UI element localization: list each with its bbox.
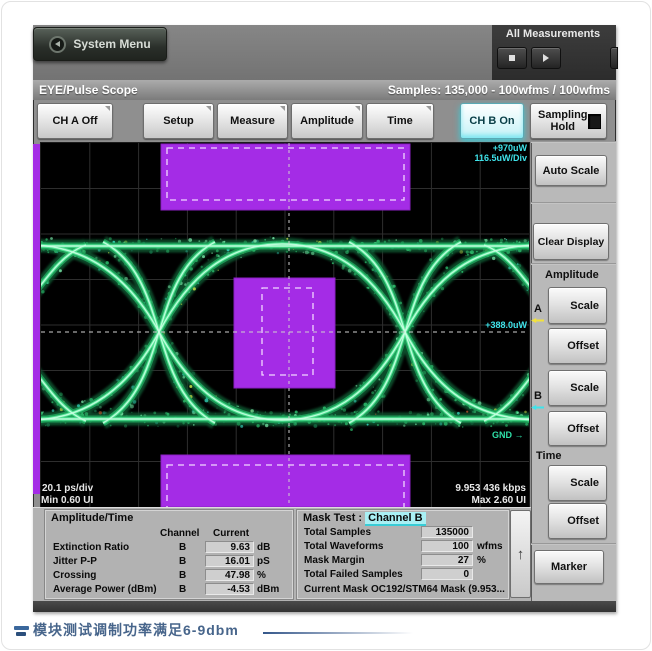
min-ui-readout: Min 0.60 UI (41, 495, 93, 506)
current-mask-value: OC192/STM64 Mask (9.953... (371, 584, 505, 595)
amplitude-label: Amplitude (300, 115, 354, 127)
time-button[interactable]: Time (366, 103, 434, 139)
caption-text: 模块测试调制功率满足6-9dbm (33, 620, 239, 640)
measurements-stop-button[interactable] (497, 47, 527, 69)
amplitude-offset-a-button[interactable]: Offset (548, 328, 607, 364)
setup-button[interactable]: Setup (143, 103, 214, 139)
screenshot-stage: System Menu All Measurements EYE/Pulse S… (0, 0, 652, 651)
stop-icon (509, 55, 515, 61)
row-value: -4.53 (205, 583, 254, 595)
col-channel: Channel (160, 528, 199, 539)
row-value: 27 (421, 554, 473, 566)
measurements-run-button[interactable] (531, 47, 561, 69)
time-scale-button[interactable]: Scale (548, 465, 607, 501)
all-measurements-label: All Measurements (492, 28, 614, 40)
setup-label: Setup (163, 115, 194, 127)
row-label: Mask Margin (304, 555, 365, 566)
system-menu-icon (49, 36, 66, 53)
row-value: 0 (421, 568, 473, 580)
gnd-marker: GND → (492, 430, 524, 440)
mask-region-center (234, 278, 335, 388)
time-offset-button[interactable]: Offset (548, 503, 607, 539)
amplitude-table-title: Amplitude/Time (51, 512, 133, 524)
col-current: Current (213, 528, 249, 539)
sampling-hold-label: SamplingHold (538, 109, 588, 133)
row-label: Total Samples (304, 527, 371, 538)
marker-a-label: A (534, 303, 542, 315)
ch-b-button[interactable]: CH B On (460, 103, 524, 139)
scroll-up-button[interactable]: ↑ (510, 510, 531, 598)
clear-display-button[interactable]: Clear Display (533, 223, 609, 260)
marker-b-label: B (534, 390, 542, 402)
row-value: 100 (421, 540, 473, 552)
mask-channel-badge: Channel B (365, 512, 425, 524)
amplitude-time-table: Amplitude/Time Channel Current Extinctio… (44, 509, 294, 600)
current-mask-label: Current Mask (304, 584, 368, 595)
gnd-arrow-icon: → (515, 430, 524, 440)
marker-button[interactable]: Marker (534, 550, 604, 584)
row-label: Average Power (dBm) (53, 584, 157, 595)
row-value: 135000 (421, 526, 473, 538)
amplitude-offset-b-button[interactable]: Offset (548, 411, 607, 446)
title-bar: EYE/Pulse Scope Samples: 135,000 - 100wf… (33, 80, 616, 100)
row-value: 47.98 (205, 569, 254, 581)
row-label: Extinction Ratio (53, 542, 129, 553)
mask-edge-strip (33, 144, 40, 494)
play-icon (543, 54, 549, 62)
amplitude-scale-a-button[interactable]: Scale (548, 287, 607, 324)
amplitude-button[interactable]: Amplitude (291, 103, 363, 139)
time-section-label: Time (536, 450, 561, 462)
caption-rule (263, 632, 413, 634)
system-menu-button[interactable]: System Menu (33, 27, 167, 61)
row-label: Total Waveforms (304, 541, 383, 552)
row-value: 9.63 (205, 541, 254, 553)
bottom-bezel (33, 601, 616, 612)
ch-a-button[interactable]: CH A Off (37, 103, 113, 139)
measurements-extra-button[interactable] (610, 47, 618, 69)
row-label: Crossing (53, 570, 96, 581)
auto-scale-button[interactable]: Auto Scale (535, 155, 607, 186)
row-label: Jitter P-P (53, 556, 97, 567)
time-label: Time (387, 115, 412, 127)
app-title: EYE/Pulse Scope (39, 83, 138, 97)
amplitude-scale-b-button[interactable]: Scale (548, 370, 607, 406)
scale-per-div-readout: 116.5uW/Div (420, 153, 527, 163)
ch-a-label: CH A Off (52, 115, 97, 127)
sampling-hold-led-icon (588, 114, 601, 129)
max-ui-readout: Max 2.60 UI (400, 495, 526, 506)
mask-table-title: Mask Test : Channel B (303, 512, 426, 524)
top-level-readout: +970uW (420, 143, 527, 153)
samples-status: Samples: 135,000 - 100wfms / 100wfms (388, 83, 610, 97)
up-arrow-icon: ↑ (517, 546, 525, 563)
row-label: Total Failed Samples (304, 569, 403, 580)
sampling-hold-button[interactable]: SamplingHold (530, 103, 607, 139)
marker-a-level-readout: +388.0uW (420, 320, 527, 330)
time-per-div-readout: 20.1 ps/div (42, 483, 93, 494)
system-menu-label: System Menu (73, 37, 150, 51)
mask-test-table: Mask Test : Channel B Total Samples 1350… (296, 509, 510, 600)
row-value: 16.01 (205, 555, 254, 567)
measure-label: Measure (230, 115, 275, 127)
mask-region-bottom (161, 455, 410, 507)
amplitude-section-label: Amplitude (545, 269, 599, 281)
measure-button[interactable]: Measure (217, 103, 288, 139)
bitrate-readout: 9.953 436 kbps (400, 483, 526, 494)
ch-b-label: CH B On (469, 115, 514, 127)
